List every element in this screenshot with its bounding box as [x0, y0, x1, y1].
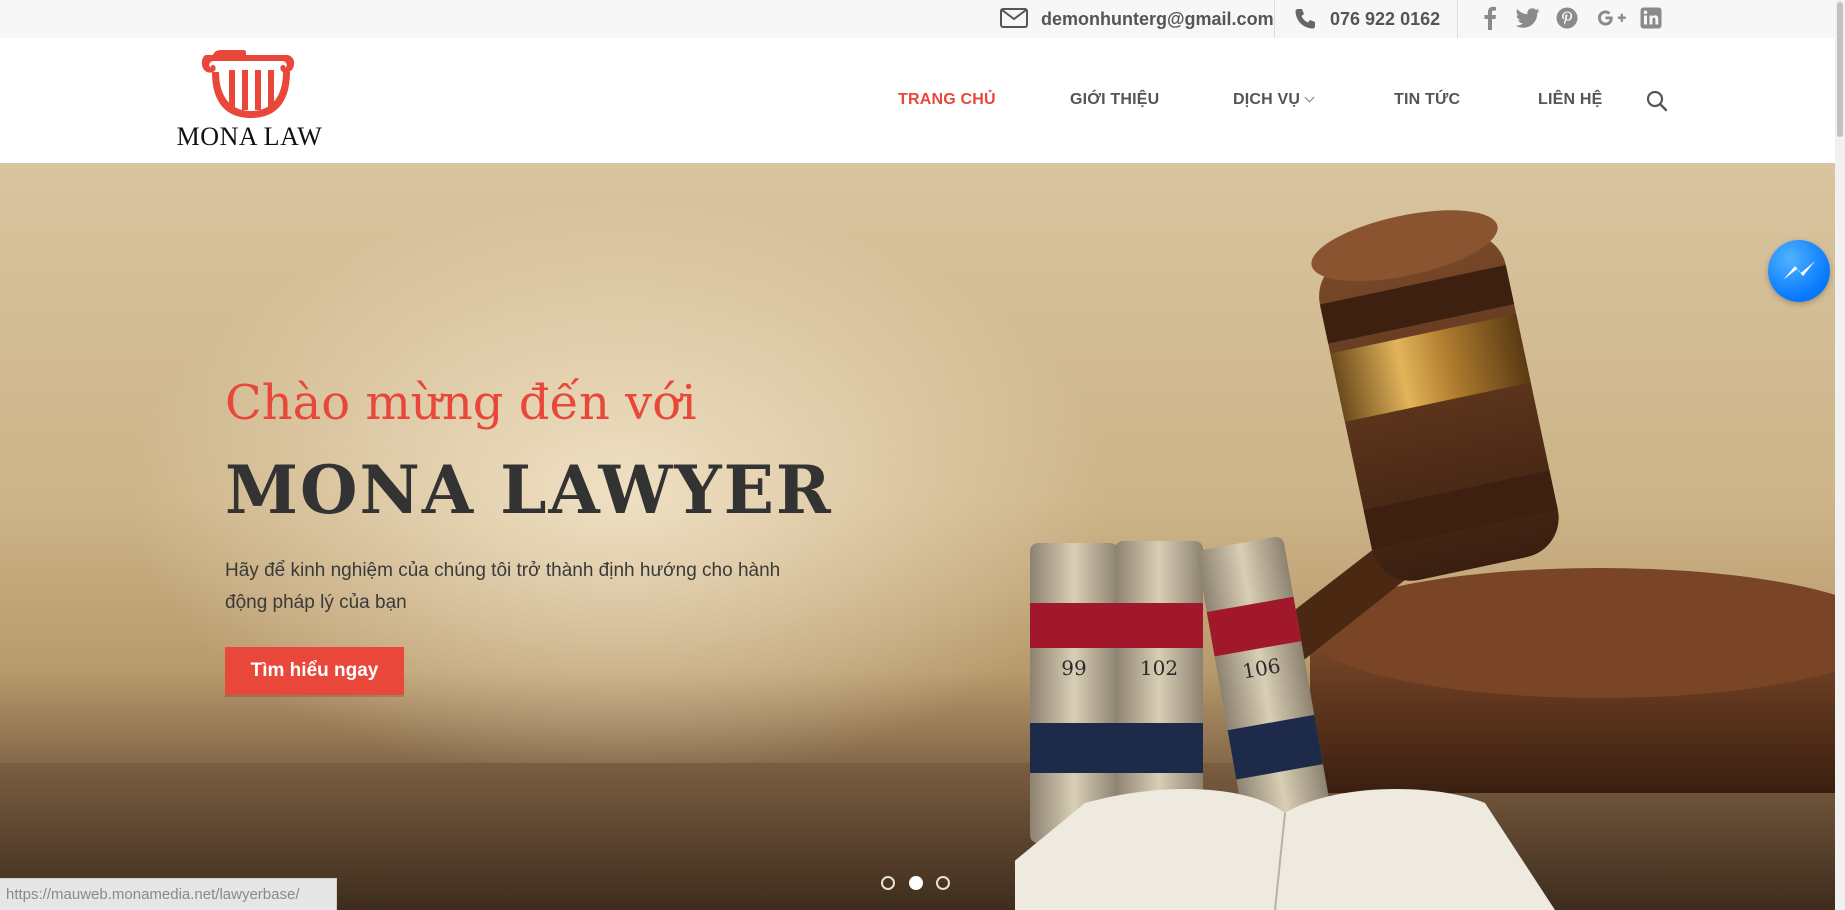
phone-icon [1293, 7, 1319, 31]
hero-description: Hãy để kinh nghiệm của chúng tôi trở thà… [225, 560, 781, 613]
pinterest-icon[interactable] [1554, 5, 1580, 31]
nav-item-trang-chu[interactable]: TRANG CHỦ [898, 91, 996, 109]
learn-more-button[interactable]: Tìm hiểu ngay [225, 647, 404, 695]
site-logo[interactable]: MONA LAW [172, 50, 332, 151]
nav-item-lien-he[interactable]: LIÊN HỆ [1538, 91, 1603, 109]
slider-dot-3[interactable] [936, 876, 950, 890]
hero-title: MONA LAWYER [225, 451, 833, 529]
search-icon[interactable] [1646, 90, 1668, 112]
email-text: demonhunterg@gmail.com [1041, 8, 1274, 29]
page: demonhunterg@gmail.com 076 922 0162 MONA… [0, 0, 1845, 910]
contact-phone[interactable]: 076 922 0162 [1293, 0, 1440, 38]
book-volume-99: 99 [1061, 656, 1086, 680]
twitter-icon[interactable] [1515, 5, 1541, 31]
site-header: MONA LAW TRANG CHỦ GIỚI THIỆU DỊCH VỤ TI… [0, 38, 1835, 163]
logo-text: MONA LAW [176, 122, 323, 151]
page-scrollbar[interactable] [1835, 0, 1845, 910]
linkedin-icon[interactable] [1638, 5, 1664, 31]
pillar-logo-icon [201, 50, 295, 118]
messenger-icon [1783, 261, 1815, 280]
top-bar: demonhunterg@gmail.com 076 922 0162 [0, 0, 1835, 38]
divider [1457, 0, 1458, 38]
facebook-icon[interactable] [1477, 5, 1503, 31]
book-volume-102: 102 [1140, 656, 1178, 680]
chevron-down-icon [1304, 92, 1315, 103]
nav-item-label: DỊCH VỤ [1233, 91, 1301, 108]
hero-slider: 99 102 106 Chào mừng đến với MONA LAWYER… [0, 163, 1835, 910]
nav-item-tin-tuc[interactable]: TIN TỨC [1394, 91, 1460, 109]
hero-subtitle: Chào mừng đến với [225, 375, 697, 431]
slider-dot-2[interactable] [909, 876, 923, 890]
phone-text: 076 922 0162 [1330, 8, 1441, 29]
gavel-books-illustration: 99 102 106 [1015, 210, 1835, 910]
slider-dot-1[interactable] [881, 876, 895, 890]
mail-icon [1000, 7, 1030, 31]
nav-item-gioi-thieu[interactable]: GIỚI THIỆU [1070, 91, 1159, 109]
messenger-chat-button[interactable] [1768, 240, 1830, 302]
nav-item-dich-vu[interactable]: DỊCH VỤ [1233, 91, 1315, 109]
scrollbar-thumb[interactable] [1837, 2, 1843, 137]
google-plus-icon[interactable] [1597, 5, 1631, 31]
divider [1274, 0, 1275, 38]
contact-email[interactable]: demonhunterg@gmail.com [1000, 0, 1274, 38]
browser-status-bar: https://mauweb.monamedia.net/lawyerbase/ [0, 878, 337, 910]
